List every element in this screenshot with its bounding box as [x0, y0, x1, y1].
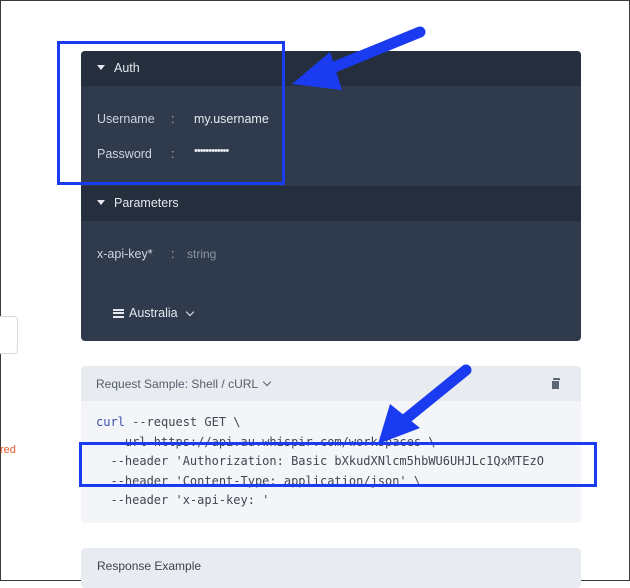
chevron-down-icon [185, 307, 194, 316]
copy-icon[interactable] [551, 378, 560, 390]
response-example-title[interactable]: Response Example [97, 559, 201, 573]
caret-down-icon [97, 200, 105, 205]
api-key-colon: : [171, 247, 175, 261]
request-sample-title: Request Sample: Shell / cURL [96, 377, 259, 391]
response-example-panel: Response Example [81, 548, 581, 588]
code-line: --header 'x-api-key: ' [96, 493, 270, 507]
parameters-section-header[interactable]: Parameters [81, 186, 581, 221]
code-command: curl [96, 415, 125, 429]
api-key-label: x-api-key* [97, 247, 153, 261]
auth-highlight-box [57, 41, 285, 185]
request-sample-header: Request Sample: Shell / cURL [81, 366, 581, 401]
server-select-value: Australia [129, 306, 178, 320]
server-list-icon [113, 308, 124, 318]
sidebar-input-fragment[interactable] [0, 316, 18, 354]
code-line: --request GET \ [124, 415, 241, 429]
request-sample-language-select[interactable]: Request Sample: Shell / cURL [96, 377, 272, 391]
chevron-down-icon [262, 377, 272, 387]
parameters-section-title: Parameters [114, 196, 179, 210]
server-select[interactable]: Australia [113, 306, 194, 320]
authorization-header-highlight-box [79, 442, 597, 487]
api-key-input[interactable]: string [187, 247, 216, 261]
sidebar-required-text: red [0, 444, 16, 456]
